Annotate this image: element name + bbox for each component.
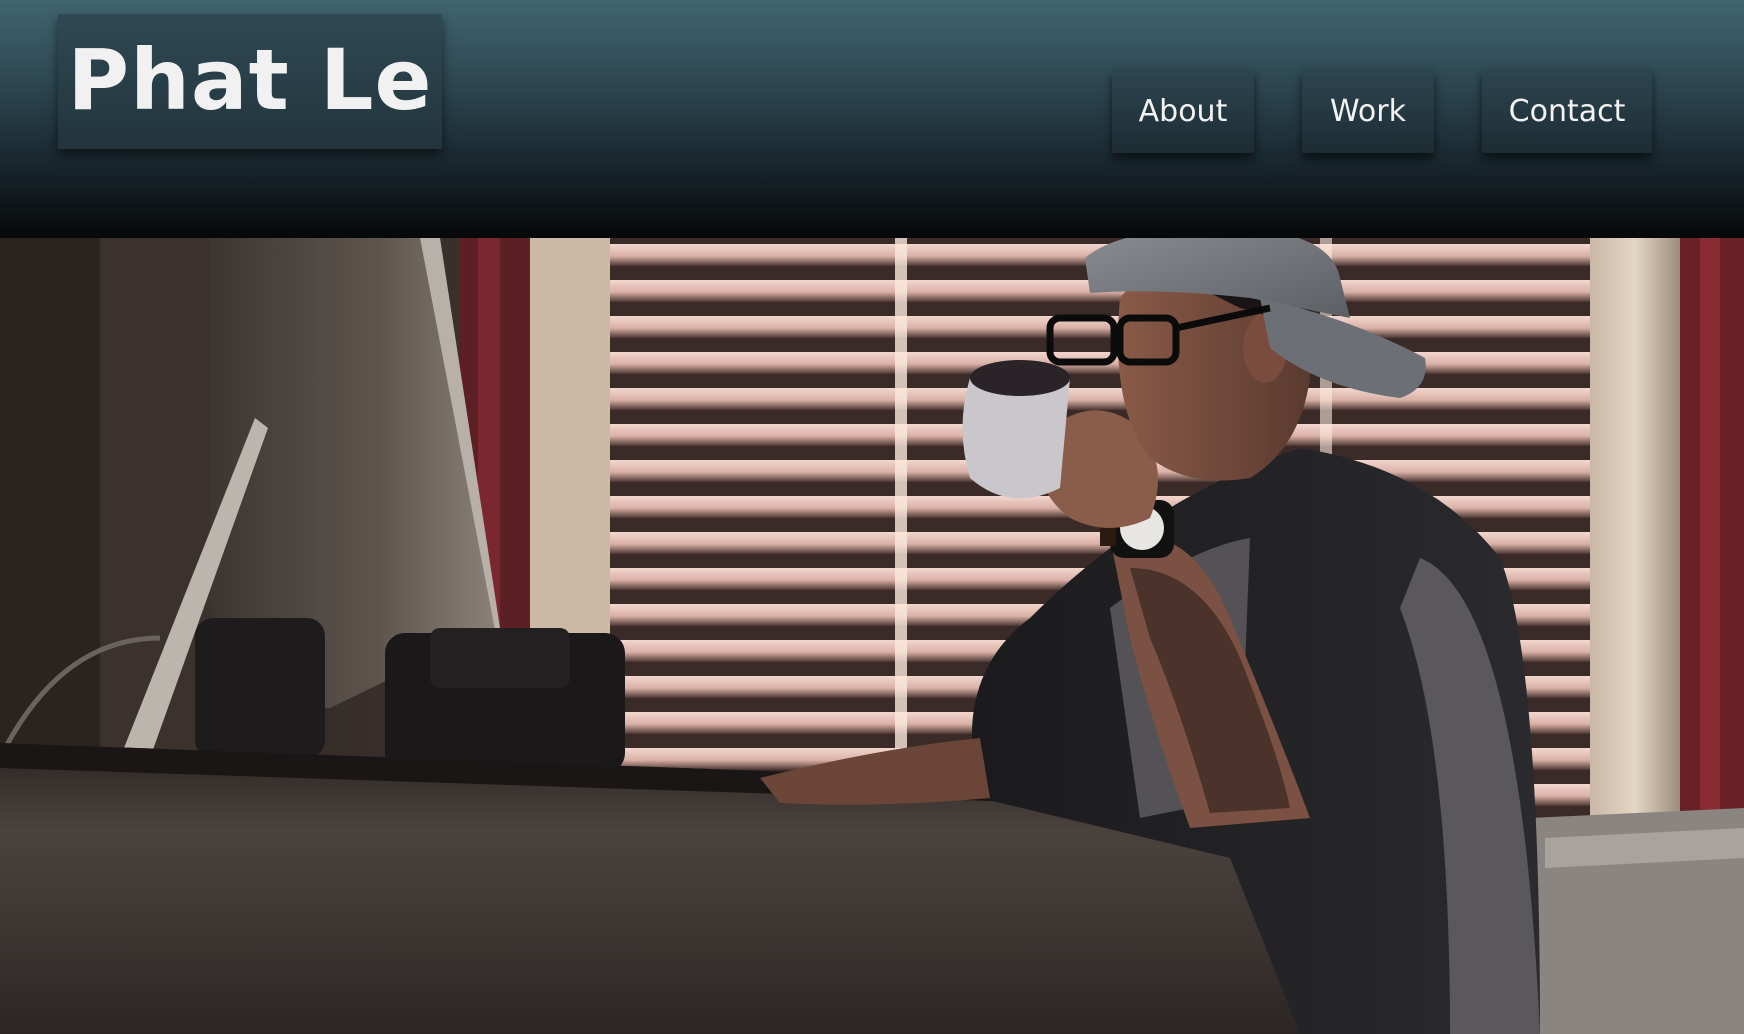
hero-image bbox=[0, 238, 1744, 1034]
nav-work-button[interactable]: Work bbox=[1302, 69, 1434, 153]
nav-about-button[interactable]: About bbox=[1112, 69, 1254, 153]
site-header: Phat Le About Work Contact bbox=[0, 0, 1744, 238]
hero-photo bbox=[0, 238, 1744, 1034]
nav-contact-button[interactable]: Contact bbox=[1482, 69, 1652, 153]
main-nav: About Work Contact bbox=[0, 69, 1744, 153]
page: Phat Le About Work Contact bbox=[0, 0, 1744, 1034]
